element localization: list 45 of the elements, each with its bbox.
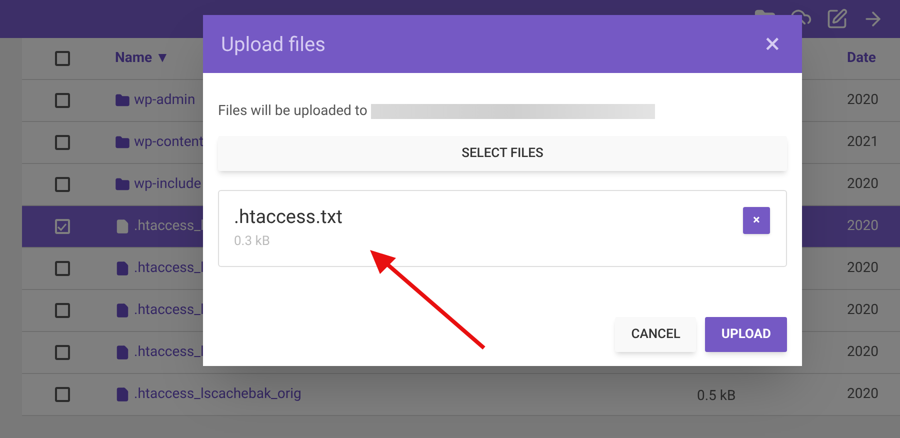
file-name[interactable]: .htaccess_lscachebak_orig (134, 384, 302, 405)
select-files-button[interactable]: SELECT FILES (218, 136, 787, 171)
file-name[interactable]: .htaccess_l (134, 300, 204, 321)
checkbox[interactable] (54, 51, 70, 66)
upload-button[interactable]: UPLOAD (705, 317, 787, 352)
checkbox[interactable] (54, 345, 70, 360)
cancel-button[interactable]: CANCEL (615, 317, 696, 352)
file-name[interactable]: wp-include (134, 174, 202, 195)
file-name[interactable]: wp-content (134, 132, 204, 153)
file-date: 2020 (847, 259, 878, 278)
close-button[interactable]: × (765, 30, 784, 58)
dialog-title: Upload files (221, 31, 326, 58)
check-icon (57, 222, 67, 232)
folder-icon (115, 177, 130, 192)
file-name[interactable]: .htaccess_l (134, 258, 204, 279)
column-header[interactable]: Date (847, 48, 876, 69)
file-date: 2020 (847, 301, 878, 320)
file-icon (115, 345, 130, 360)
file-size: 0.3 kB (234, 232, 271, 251)
checkbox[interactable] (54, 387, 70, 402)
folder-icon (115, 93, 130, 108)
checkbox[interactable] (54, 303, 70, 318)
remove-file-button[interactable]: × (743, 207, 770, 234)
checkbox[interactable] (54, 93, 70, 108)
file-icon (115, 387, 130, 402)
destination-text: Files will be uploaded to (218, 102, 368, 121)
file-name[interactable]: wp-admin (134, 90, 196, 111)
file-icon (115, 261, 130, 276)
edit-icon[interactable] (826, 8, 848, 30)
file-name[interactable]: .htaccess_l (134, 342, 204, 363)
file-icon (115, 219, 130, 234)
checkbox[interactable] (54, 261, 70, 276)
file-date: 2020 (847, 385, 878, 404)
file-date: 2020 (847, 343, 878, 362)
folder-icon (115, 135, 130, 150)
checkbox[interactable] (54, 177, 70, 192)
file-icon (115, 303, 130, 318)
file-date: 2020 (847, 217, 878, 236)
file-date: 2020 (847, 175, 878, 194)
file-date: 2020 (847, 91, 878, 110)
file-name[interactable]: .htaccess_l (134, 216, 204, 237)
file-name: .htaccess.txt (234, 205, 342, 229)
file-size: 0.5 kB (697, 388, 736, 404)
file-date: 2021 (847, 133, 878, 152)
checkbox[interactable] (54, 135, 70, 150)
